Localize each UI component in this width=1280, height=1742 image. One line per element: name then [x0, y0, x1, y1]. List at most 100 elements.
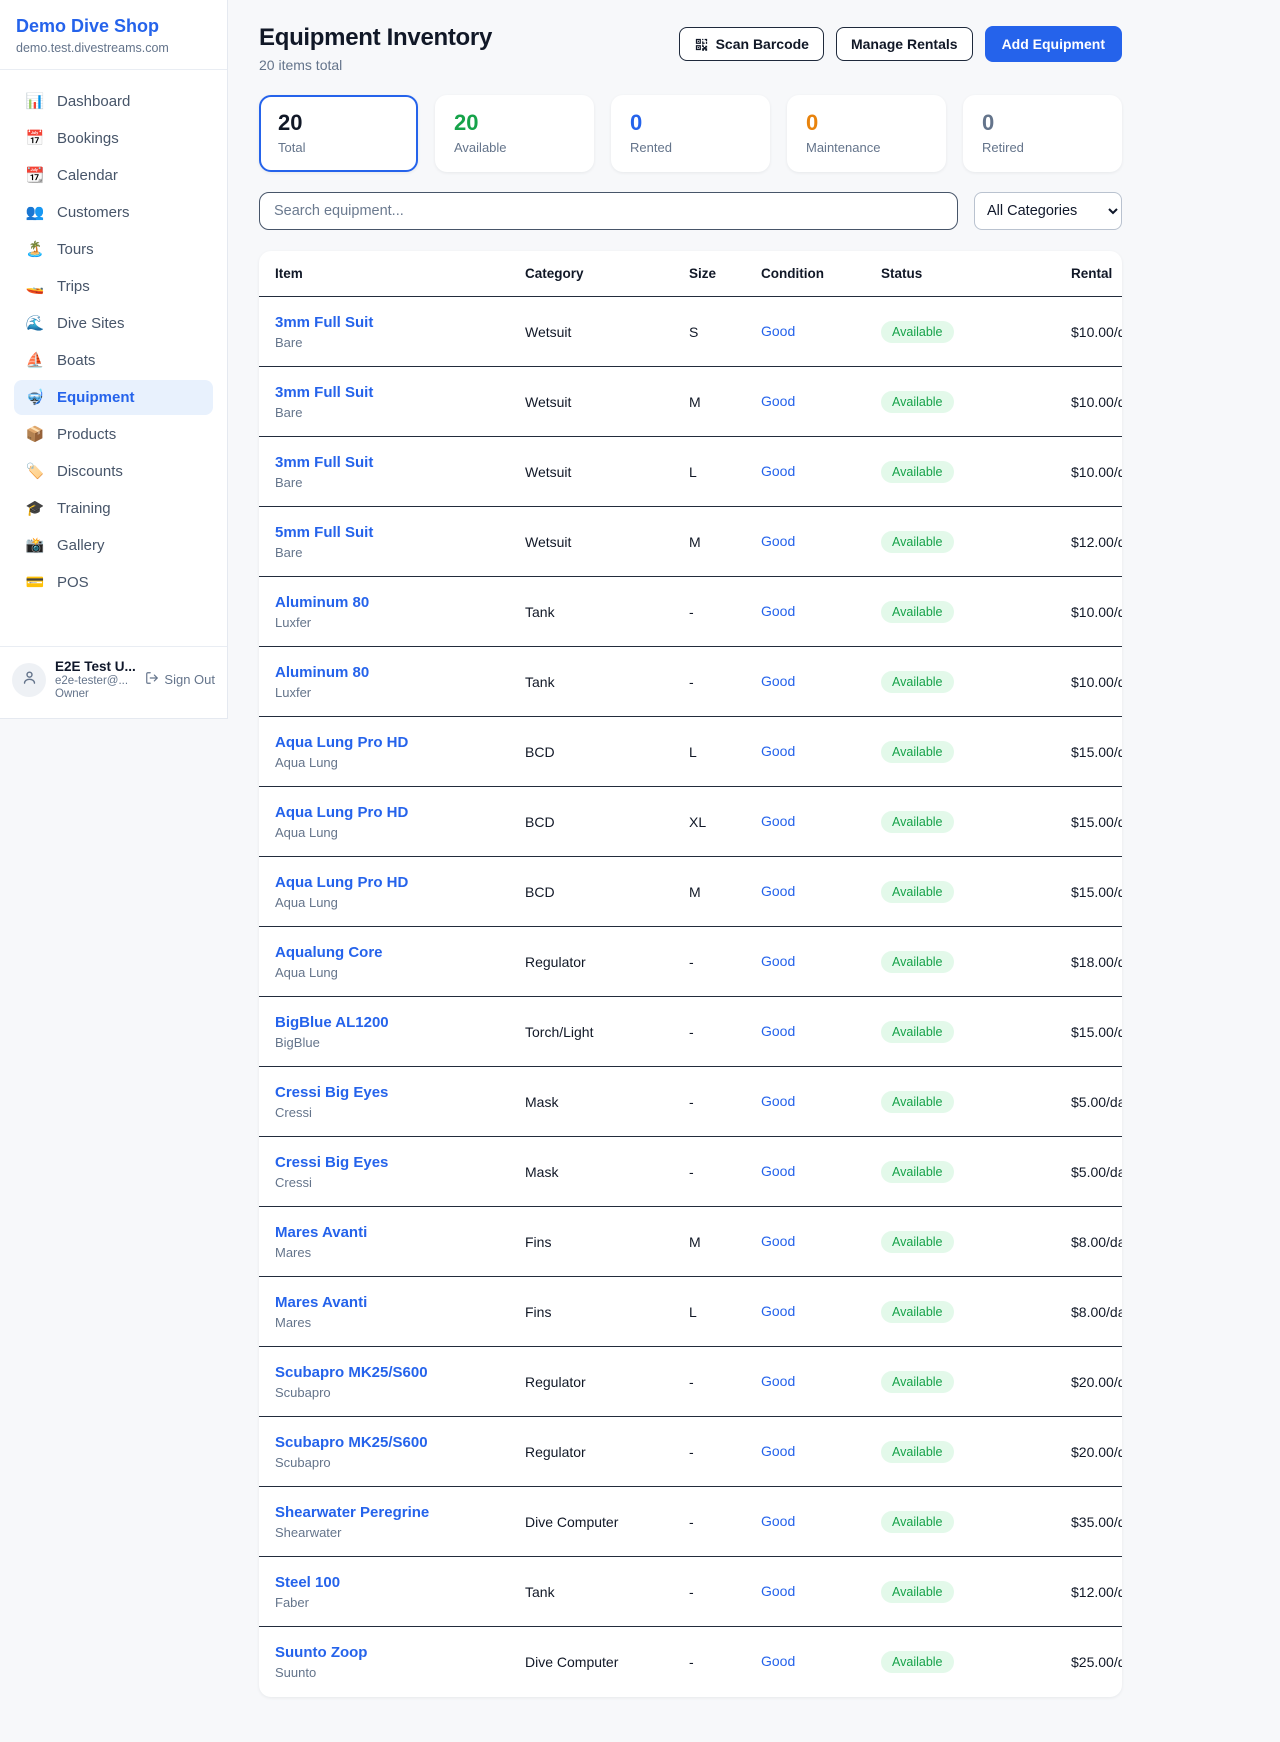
- sidebar-item-label: Gallery: [57, 537, 105, 554]
- size-cell: -: [689, 954, 761, 970]
- sign-out-label: Sign Out: [164, 672, 215, 687]
- status-cell: Available: [881, 1441, 1071, 1463]
- condition-link[interactable]: Good: [761, 953, 795, 969]
- condition-link[interactable]: Good: [761, 533, 795, 549]
- sidebar-item-discounts[interactable]: 🏷️Discounts: [14, 454, 213, 489]
- item-name-link[interactable]: 3mm Full Suit: [275, 314, 373, 331]
- item-name-link[interactable]: Steel 100: [275, 1574, 340, 1591]
- stat-card-retired[interactable]: 0Retired: [963, 95, 1122, 172]
- condition-link[interactable]: Good: [761, 743, 795, 759]
- sidebar-item-pos[interactable]: 💳POS: [14, 565, 213, 600]
- stat-card-available[interactable]: 20Available: [435, 95, 594, 172]
- item-name-link[interactable]: Cressi Big Eyes: [275, 1084, 388, 1101]
- sidebar-item-label: Tours: [57, 241, 94, 258]
- item-name-link[interactable]: 3mm Full Suit: [275, 454, 373, 471]
- item-name-link[interactable]: Aqua Lung Pro HD: [275, 734, 408, 751]
- condition-link[interactable]: Good: [761, 1093, 795, 1109]
- brand-title[interactable]: Demo Dive Shop: [16, 16, 211, 37]
- stat-label: Total: [278, 140, 399, 155]
- item-name-link[interactable]: Mares Avanti: [275, 1224, 367, 1241]
- people-icon: 👥: [25, 205, 45, 220]
- add-equipment-button[interactable]: Add Equipment: [985, 26, 1122, 62]
- item-name-link[interactable]: 3mm Full Suit: [275, 384, 373, 401]
- condition-link[interactable]: Good: [761, 813, 795, 829]
- sidebar-item-gallery[interactable]: 📸Gallery: [14, 528, 213, 563]
- item-brand: Luxfer: [275, 685, 525, 700]
- condition-link[interactable]: Good: [761, 673, 795, 689]
- category-select[interactable]: All Categories: [974, 192, 1122, 230]
- status-badge: Available: [881, 1581, 954, 1603]
- item-name-link[interactable]: Aqua Lung Pro HD: [275, 804, 408, 821]
- sidebar-item-label: Bookings: [57, 130, 119, 147]
- item-brand: Cressi: [275, 1105, 525, 1120]
- condition-link[interactable]: Good: [761, 1233, 795, 1249]
- condition-link[interactable]: Good: [761, 883, 795, 899]
- table-row: Aluminum 80LuxferTank-GoodAvailable$10.0…: [259, 647, 1122, 717]
- category-cell: Dive Computer: [525, 1514, 689, 1530]
- item-name-link[interactable]: 5mm Full Suit: [275, 524, 373, 541]
- sidebar-item-customers[interactable]: 👥 Customers: [14, 195, 213, 230]
- sidebar-item-tours[interactable]: 🏝️Tours: [14, 232, 213, 267]
- sidebar-item-products[interactable]: 📦Products: [14, 417, 213, 452]
- item-name-link[interactable]: Aluminum 80: [275, 664, 369, 681]
- condition-link[interactable]: Good: [761, 603, 795, 619]
- sidebar-item-boats[interactable]: ⛵Boats: [14, 343, 213, 378]
- item-name-link[interactable]: Aluminum 80: [275, 594, 369, 611]
- sidebar-item-equipment[interactable]: 🤿Equipment: [14, 380, 213, 415]
- rental-rate: $15.00/day: [1071, 744, 1122, 760]
- item-name-link[interactable]: BigBlue AL1200: [275, 1014, 389, 1031]
- condition-link[interactable]: Good: [761, 1583, 795, 1599]
- sidebar-item-label: Customers: [57, 204, 130, 221]
- item-name-link[interactable]: Suunto Zoop: [275, 1644, 367, 1661]
- scan-barcode-label: Scan Barcode: [716, 36, 809, 52]
- stat-card-maintenance[interactable]: 0Maintenance: [787, 95, 946, 172]
- rental-rate: $8.00/day: [1071, 1234, 1122, 1250]
- table-row: Cressi Big EyesCressiMask-GoodAvailable$…: [259, 1067, 1122, 1137]
- item-name-link[interactable]: Scubapro MK25/S600: [275, 1364, 428, 1381]
- condition-link[interactable]: Good: [761, 1163, 795, 1179]
- item-name-link[interactable]: Cressi Big Eyes: [275, 1154, 388, 1171]
- sidebar-item-label: Trips: [57, 278, 90, 295]
- calendar-date-icon: 📅: [25, 131, 45, 146]
- sign-out-button[interactable]: Sign Out: [145, 671, 215, 688]
- sidebar-item-calendar[interactable]: 📆Calendar: [14, 158, 213, 193]
- stat-card-total[interactable]: 20Total: [259, 95, 418, 172]
- sidebar-item-dashboard[interactable]: 📊Dashboard: [14, 84, 213, 119]
- sidebar-item-dive-sites[interactable]: 🌊Dive Sites: [14, 306, 213, 341]
- stat-card-rented[interactable]: 0Rented: [611, 95, 770, 172]
- condition-link[interactable]: Good: [761, 1443, 795, 1459]
- sidebar-item-bookings[interactable]: 📅 Bookings: [14, 121, 213, 156]
- condition-link[interactable]: Good: [761, 1513, 795, 1529]
- condition-link[interactable]: Good: [761, 1653, 795, 1669]
- condition-link[interactable]: Good: [761, 323, 795, 339]
- status-cell: Available: [881, 531, 1071, 553]
- condition-cell: Good: [761, 323, 881, 341]
- status-cell: Available: [881, 1091, 1071, 1113]
- condition-cell: Good: [761, 533, 881, 551]
- condition-link[interactable]: Good: [761, 1023, 795, 1039]
- wave-icon: 🌊: [25, 316, 45, 331]
- condition-link[interactable]: Good: [761, 1303, 795, 1319]
- sidebar-item-training[interactable]: 🎓Training: [14, 491, 213, 526]
- condition-cell: Good: [761, 813, 881, 831]
- item-name-link[interactable]: Scubapro MK25/S600: [275, 1434, 428, 1451]
- category-cell: Tank: [525, 674, 689, 690]
- condition-link[interactable]: Good: [761, 393, 795, 409]
- stats-row: 20Total20Available0Rented0Maintenance0Re…: [259, 95, 1122, 172]
- rental-rate: $12.00/day: [1071, 534, 1122, 550]
- diving-mask-icon: 🤿: [25, 390, 45, 405]
- item-name-link[interactable]: Mares Avanti: [275, 1294, 367, 1311]
- item-name-link[interactable]: Aqualung Core: [275, 944, 383, 961]
- manage-rentals-button[interactable]: Manage Rentals: [836, 27, 973, 61]
- item-name-link[interactable]: Aqua Lung Pro HD: [275, 874, 408, 891]
- scan-barcode-button[interactable]: Scan Barcode: [679, 27, 824, 61]
- status-badge: Available: [881, 1441, 954, 1463]
- condition-link[interactable]: Good: [761, 1373, 795, 1389]
- status-cell: Available: [881, 951, 1071, 973]
- item-name-link[interactable]: Shearwater Peregrine: [275, 1504, 429, 1521]
- search-input[interactable]: [259, 192, 958, 230]
- condition-cell: Good: [761, 1233, 881, 1251]
- sidebar-item-trips[interactable]: 🚤Trips: [14, 269, 213, 304]
- condition-link[interactable]: Good: [761, 463, 795, 479]
- size-cell: -: [689, 1164, 761, 1180]
